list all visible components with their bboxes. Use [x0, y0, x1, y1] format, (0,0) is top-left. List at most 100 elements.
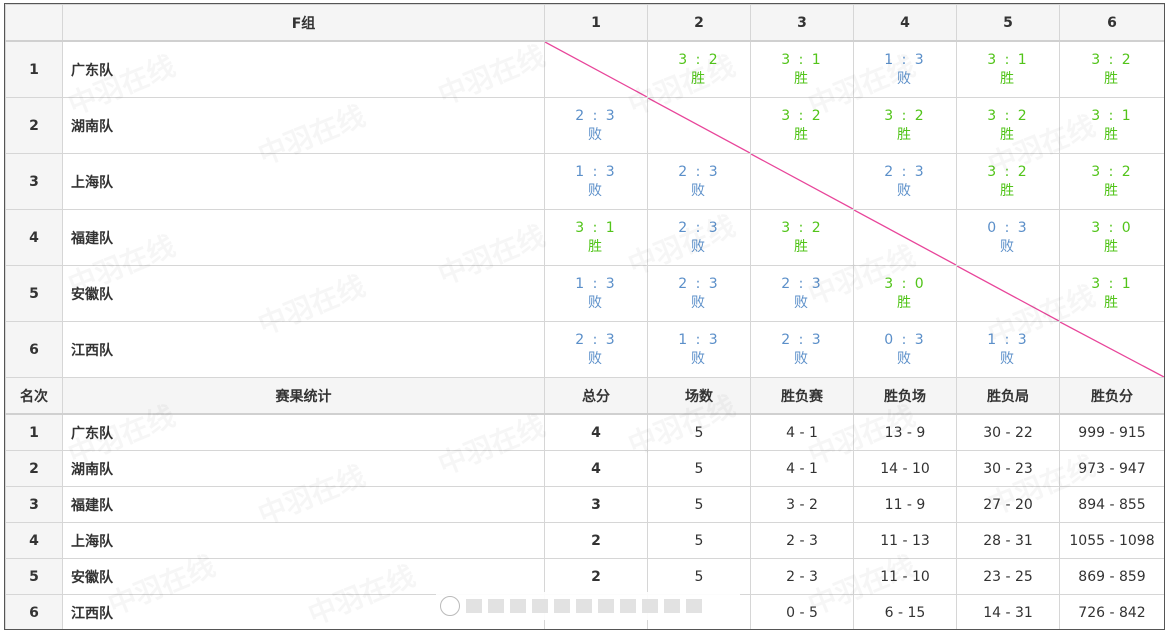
share-bar-icon [642, 599, 658, 613]
opponent-column-header: 2 [647, 4, 751, 42]
matches-played: 5 [647, 413, 751, 451]
diagonal-line [751, 154, 853, 209]
share-bar-icon [532, 599, 548, 613]
match-result-cell: 1 : 3 败 [853, 40, 957, 98]
match-score: 3 : 2 [884, 107, 926, 124]
match-outcome: 败 [897, 350, 913, 367]
team-name: 福建队 [62, 209, 545, 266]
opponent-column-header: 4 [853, 4, 957, 42]
match-outcome: 胜 [897, 126, 913, 143]
match-result-cell: 3 : 2 胜 [750, 97, 854, 154]
match-result-cell: 3 : 1 胜 [544, 209, 648, 266]
share-bar-icon [554, 599, 570, 613]
match-score: 3 : 2 [1091, 51, 1133, 68]
match-score: 3 : 2 [987, 163, 1029, 180]
diagonal-line [648, 98, 750, 153]
stats-column-header: 胜负分 [1059, 377, 1164, 415]
matches-played: 5 [647, 558, 751, 595]
matrix-rank: 3 [5, 153, 63, 210]
matches-won-lost: 11 - 9 [853, 486, 957, 523]
opponent-column-header: 1 [544, 4, 648, 42]
stats-column-header: 赛果统计 [62, 377, 545, 415]
match-result-cell: 3 : 2 胜 [853, 97, 957, 154]
points-won-lost: 869 - 859 [1059, 558, 1164, 595]
opponent-column-header: 5 [956, 4, 1060, 42]
points-won-lost: 726 - 842 [1059, 594, 1164, 629]
match-outcome: 胜 [691, 70, 707, 87]
match-result-cell: 3 : 1 胜 [1059, 265, 1164, 322]
stats-row: 2 湖南队 4 5 4 - 1 14 - 10 30 - 23 973 - 947 [5, 450, 1164, 487]
match-outcome: 败 [1000, 238, 1016, 255]
match-result-cell: 3 : 2 胜 [750, 209, 854, 266]
team-name: 湖南队 [62, 97, 545, 154]
self-match-cell [544, 40, 648, 98]
match-result-cell: 1 : 3 败 [956, 321, 1060, 378]
matrix-row: 6 江西队 2 : 3 败 1 : 3 败 2 : 3 败 0 : 3 败 1 : 3 败 [5, 321, 1164, 378]
standing-rank: 5 [5, 558, 63, 595]
match-result-cell: 3 : 2 胜 [1059, 40, 1164, 98]
matrix-rank: 2 [5, 97, 63, 154]
match-outcome: 败 [588, 126, 604, 143]
match-score: 2 : 3 [678, 163, 720, 180]
match-outcome: 胜 [1104, 238, 1120, 255]
match-outcome: 胜 [1104, 182, 1120, 199]
standing-rank: 4 [5, 522, 63, 559]
match-score: 3 : 1 [987, 51, 1029, 68]
stats-row: 5 安徽队 2 5 2 - 3 11 - 10 23 - 25 869 - 859 [5, 558, 1164, 595]
match-outcome: 胜 [1104, 126, 1120, 143]
match-outcome: 败 [691, 350, 707, 367]
diagonal-line [1060, 322, 1164, 377]
match-result-cell: 2 : 3 败 [544, 97, 648, 154]
share-bar-icon [686, 599, 702, 613]
team-name: 福建队 [62, 486, 545, 523]
games-won-lost: 14 - 31 [956, 594, 1060, 629]
match-outcome: 败 [588, 182, 604, 199]
header-corner-cell [5, 4, 63, 42]
stats-column-header: 胜负场 [853, 377, 957, 415]
match-result-cell: 3 : 2 胜 [647, 40, 751, 98]
match-score: 2 : 3 [678, 275, 720, 292]
matrix-rank: 6 [5, 321, 63, 378]
total-points: 3 [544, 486, 648, 523]
team-name: 安徽队 [62, 558, 545, 595]
match-score: 1 : 3 [575, 163, 617, 180]
stats-row: 3 福建队 3 5 3 - 2 11 - 9 27 - 20 894 - 855 [5, 486, 1164, 523]
match-score: 3 : 0 [884, 275, 926, 292]
total-points: 2 [544, 558, 648, 595]
match-score: 2 : 3 [678, 219, 720, 236]
ties-won-lost: 4 - 1 [750, 413, 854, 451]
games-won-lost: 27 - 20 [956, 486, 1060, 523]
games-won-lost: 23 - 25 [956, 558, 1060, 595]
stats-column-header: 胜负局 [956, 377, 1060, 415]
match-result-cell: 0 : 3 败 [853, 321, 957, 378]
match-outcome: 败 [794, 294, 810, 311]
stats-row: 4 上海队 2 5 2 - 3 11 - 13 28 - 31 1055 - 1098 [5, 522, 1164, 559]
matrix-row: 4 福建队 3 : 1 胜 2 : 3 败 3 : 2 胜 0 : 3 败 3 : 0 胜 [5, 209, 1164, 266]
match-result-cell: 3 : 1 胜 [956, 40, 1060, 98]
match-score: 3 : 1 [781, 51, 823, 68]
match-result-cell: 0 : 3 败 [956, 209, 1060, 266]
match-outcome: 胜 [794, 126, 810, 143]
team-name: 上海队 [62, 153, 545, 210]
match-outcome: 败 [691, 294, 707, 311]
share-bar-icon [488, 599, 504, 613]
stats-column-header: 场数 [647, 377, 751, 415]
match-result-cell: 3 : 2 胜 [1059, 153, 1164, 210]
match-outcome: 败 [588, 350, 604, 367]
match-result-cell: 2 : 3 败 [647, 265, 751, 322]
match-result-cell: 2 : 3 败 [853, 153, 957, 210]
match-outcome: 败 [794, 350, 810, 367]
match-outcome: 胜 [1000, 70, 1016, 87]
match-outcome: 败 [588, 294, 604, 311]
match-outcome: 胜 [1000, 126, 1016, 143]
opponent-column-header: 3 [750, 4, 854, 42]
opponent-column-header: 6 [1059, 4, 1164, 42]
ties-won-lost: 2 - 3 [750, 558, 854, 595]
match-result-cell: 1 : 3 败 [544, 153, 648, 210]
match-score: 3 : 1 [1091, 275, 1133, 292]
match-score: 1 : 3 [678, 331, 720, 348]
match-result-cell: 3 : 2 胜 [956, 97, 1060, 154]
diagonal-line [545, 42, 647, 97]
match-score: 3 : 2 [987, 107, 1029, 124]
ties-won-lost: 0 - 5 [750, 594, 854, 629]
